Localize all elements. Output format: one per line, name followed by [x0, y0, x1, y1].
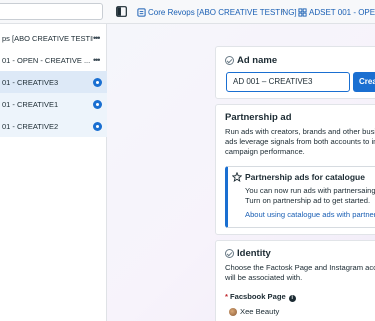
tree-item-label: 01 - CREATIVE1: [2, 99, 59, 109]
breadcrumb-adset-label: ADSET 001 - OPEN: [309, 7, 375, 17]
required-marker: *: [225, 292, 228, 301]
tree-item-campaign[interactable]: ps [ABO CREATIVE TESTING •••: [0, 27, 107, 49]
search-input[interactable]: [0, 3, 103, 20]
sidebar-tree: ps [ABO CREATIVE TESTING ••• 01 - OPEN -…: [0, 24, 107, 321]
checkmark-circle-icon: [225, 249, 234, 258]
breadcrumb-separator: ›: [281, 5, 284, 15]
ad-name-input[interactable]: AD 001 – CREATIVE3: [226, 72, 350, 92]
panel-toggle-button[interactable]: [113, 4, 129, 19]
breadcrumb-campaign-label: Core Revops [ABO CREATIVE TESTING]: [148, 7, 297, 17]
ad-name-title: Ad name: [237, 55, 278, 66]
breadcrumb-adset[interactable]: ADSET 001 - OPEN: [298, 6, 375, 18]
info-icon[interactable]: i: [288, 295, 296, 302]
tree-item-label: ps [ABO CREATIVE TESTING: [2, 33, 93, 43]
facebook-page-label: * Facsbook Page i: [225, 291, 296, 302]
tree-item-ad-creative1[interactable]: 01 - CREATIVE1: [0, 93, 107, 115]
checkmark-circle-icon: [225, 56, 234, 65]
folder-icon: [137, 7, 146, 17]
tree-item-label: 01 - CREATIVE2: [2, 121, 59, 131]
tree-item-ad-creative2[interactable]: 01 - CREATIVE2: [0, 115, 107, 137]
avatar: [229, 308, 237, 316]
partnership-ad-title: Partnership ad: [225, 112, 292, 123]
identity-description-line: will be associated with.: [225, 273, 303, 282]
promo-text-line: Turn on partnership ad to get started.: [245, 196, 371, 205]
ad-status-icon: [93, 99, 102, 109]
breadcrumb-campaign[interactable]: Core Revops [ABO CREATIVE TESTING]: [137, 6, 297, 18]
adset-grid-icon: [298, 7, 307, 17]
catalogue-partners-link[interactable]: About using catalogue ads with partners: [245, 210, 375, 219]
more-options-icon[interactable]: •••: [93, 55, 105, 65]
tree-item-label: 01 - CREATIVE3: [2, 77, 59, 87]
sidebar-toggle-icon: [115, 6, 127, 17]
star-icon: [232, 172, 242, 182]
ad-status-icon: [93, 77, 102, 87]
top-bar: Core Revops [ABO CREATIVE TESTING] › ADS…: [0, 0, 375, 24]
identity-title: Identity: [237, 248, 271, 259]
tree-item-label: 01 - OPEN - CREATIVE ...: [2, 55, 91, 65]
tree-item-adset[interactable]: 01 - OPEN - CREATIVE ... •••: [0, 49, 107, 71]
create-template-button[interactable]: Crea: [353, 72, 375, 92]
ad-status-icon: [93, 121, 102, 131]
tree-item-ad-creative3[interactable]: 01 - CREATIVE3: [0, 71, 107, 93]
promo-title: Partnership ads for catalogue: [245, 172, 365, 182]
facebook-page-label-text: Facsbook Page: [229, 292, 286, 301]
partnership-description-line: campaign performance.: [225, 147, 305, 156]
more-options-icon[interactable]: •••: [93, 33, 105, 43]
facebook-page-select[interactable]: Xee Beauty: [240, 306, 279, 317]
